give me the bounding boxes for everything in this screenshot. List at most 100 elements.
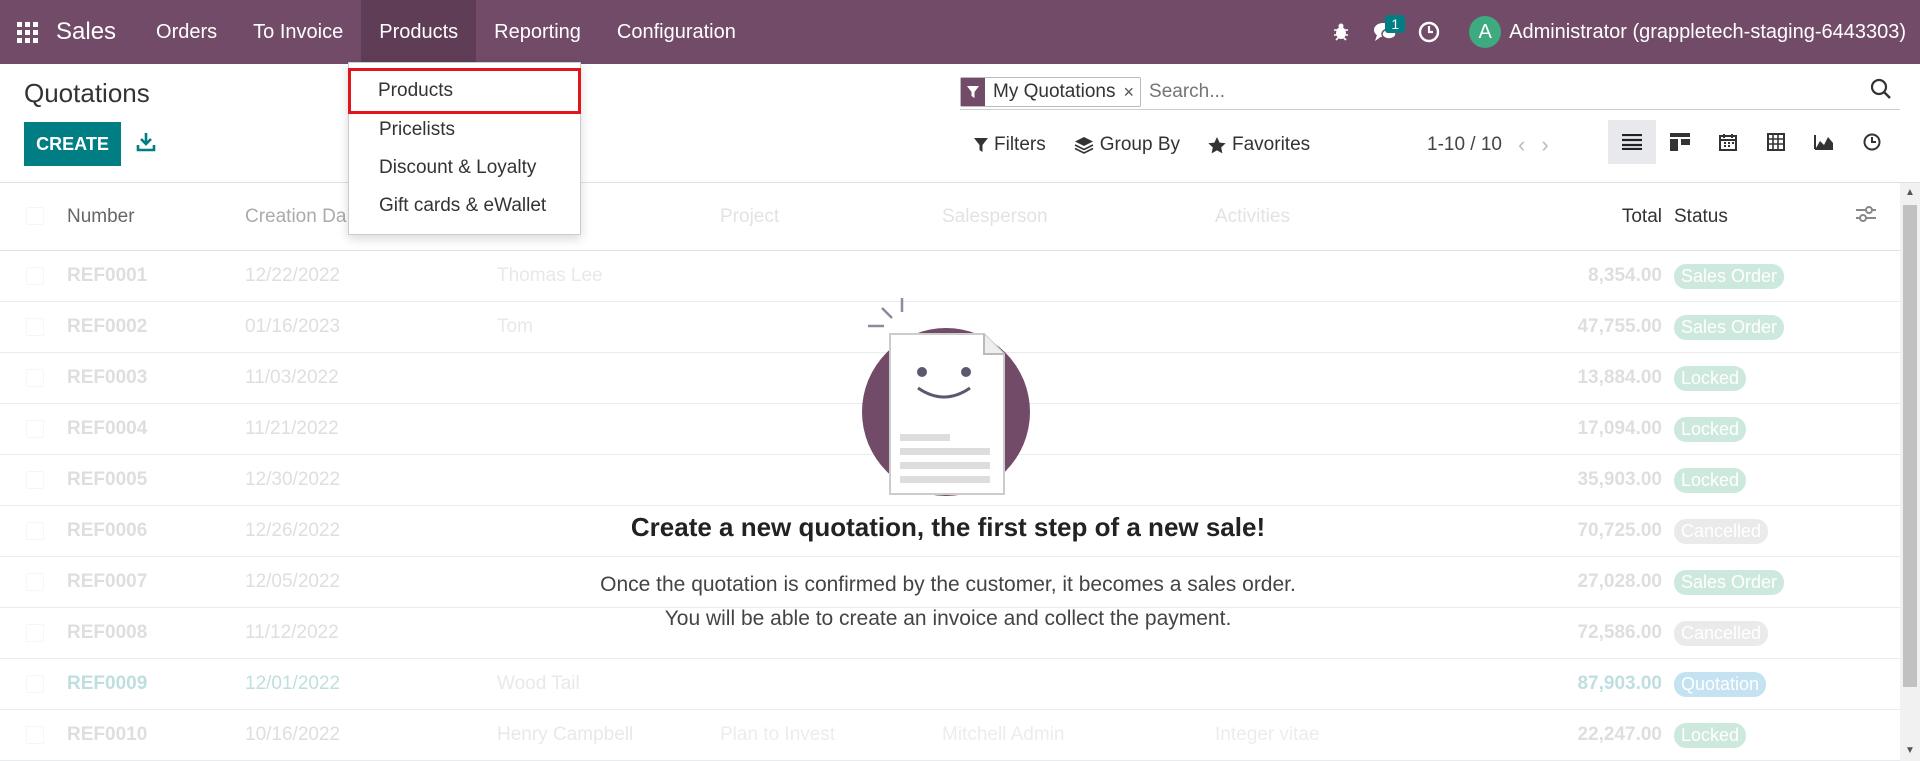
row-total: 35,903.00 — [1577, 469, 1662, 490]
status-badge: Locked — [1674, 722, 1747, 748]
row-date: 01/16/2023 — [245, 316, 341, 337]
pager-prev-icon[interactable]: ‹ — [1518, 132, 1525, 158]
favorites-button[interactable]: Favorites — [1208, 134, 1310, 156]
scroll-thumb[interactable] — [1903, 205, 1917, 687]
filter-bar: Filters Group By Favorites — [974, 134, 1338, 156]
filters-button[interactable]: Filters — [974, 134, 1046, 156]
status-badge: Locked — [1674, 467, 1747, 493]
table-row[interactable]: REF0009 12/01/2022 Wood Tail 87,903.00 Q… — [0, 659, 1900, 710]
calendar-view-icon[interactable] — [1704, 120, 1752, 164]
row-number: REF0010 — [67, 724, 148, 745]
menu-reporting[interactable]: Reporting — [476, 0, 599, 64]
header-number[interactable]: Number — [67, 206, 135, 228]
messages-icon[interactable]: 1 — [1363, 0, 1407, 64]
column-settings-icon[interactable] — [1856, 205, 1876, 228]
user-avatar[interactable]: A — [1469, 16, 1502, 48]
row-date: 11/21/2022 — [245, 418, 339, 439]
vertical-scrollbar[interactable]: ▲ ▼ — [1900, 183, 1920, 761]
dropdown-item-pricelists[interactable]: Pricelists — [349, 111, 580, 149]
group-by-button[interactable]: Group By — [1074, 134, 1180, 156]
top-navbar: Sales Orders To Invoice Products Reporti… — [0, 0, 1920, 64]
graph-view-icon[interactable] — [1800, 120, 1848, 164]
facet-remove-icon[interactable]: × — [1124, 78, 1141, 106]
view-switcher — [1608, 120, 1896, 164]
download-icon[interactable] — [134, 130, 158, 154]
empty-state-body: Once the quotation is confirmed by the c… — [0, 568, 1896, 636]
search-icon[interactable] — [1870, 78, 1894, 102]
row-customer: Henry Campbell — [497, 724, 634, 745]
row-activity: Integer vitae — [1215, 724, 1320, 745]
search-bar: My Quotations × — [960, 74, 1900, 110]
row-checkbox[interactable] — [26, 267, 44, 285]
menu-to-invoice[interactable]: To Invoice — [235, 0, 361, 64]
row-checkbox[interactable] — [26, 675, 44, 693]
header-creation-date[interactable]: Creation Da — [245, 206, 346, 228]
filter-facet-icon — [961, 77, 985, 106]
select-all-checkbox[interactable] — [26, 207, 44, 225]
menu-orders[interactable]: Orders — [138, 0, 235, 64]
table-row[interactable]: REF0010 10/16/2022 Henry Campbell Plan t… — [0, 710, 1900, 761]
row-number: REF0001 — [67, 265, 148, 286]
pivot-view-icon[interactable] — [1752, 120, 1800, 164]
filters-label: Filters — [994, 134, 1046, 155]
dropdown-item-gift-cards[interactable]: Gift cards & eWallet — [349, 187, 580, 225]
debug-bug-icon[interactable] — [1319, 0, 1363, 64]
pager-value[interactable]: 1-10 / 10 — [1427, 134, 1502, 156]
activity-view-icon[interactable] — [1848, 120, 1896, 164]
group-by-label: Group By — [1099, 134, 1180, 155]
products-dropdown: Products Pricelists Discount & Loyalty G… — [348, 62, 581, 235]
status-badge: Locked — [1674, 365, 1747, 391]
row-checkbox[interactable] — [26, 471, 44, 489]
row-number: REF0002 — [67, 316, 148, 337]
search-facet[interactable]: My Quotations × — [960, 76, 1142, 107]
scroll-down-icon[interactable]: ▼ — [1905, 745, 1915, 756]
status-badge: Sales Order — [1674, 314, 1785, 340]
menu-configuration[interactable]: Configuration — [599, 0, 754, 64]
row-date: 11/03/2022 — [245, 367, 339, 388]
scroll-up-icon[interactable]: ▲ — [1905, 187, 1915, 198]
activity-clock-icon[interactable] — [1407, 0, 1451, 64]
user-name[interactable]: Administrator (grappletech-staging-64433… — [1509, 21, 1920, 44]
row-checkbox[interactable] — [26, 318, 44, 336]
row-date: 10/16/2022 — [245, 724, 341, 745]
row-total: 47,755.00 — [1577, 316, 1662, 337]
status-badge: Locked — [1674, 416, 1747, 442]
header-salesperson[interactable]: Salesperson — [942, 206, 1048, 228]
row-number: REF0004 — [67, 418, 148, 439]
kanban-view-icon[interactable] — [1656, 120, 1704, 164]
row-project: Plan to Invest — [720, 724, 836, 745]
app-name[interactable]: Sales — [54, 18, 138, 46]
empty-state-line-1: Once the quotation is confirmed by the c… — [600, 573, 1296, 596]
header-status[interactable]: Status — [1674, 206, 1728, 228]
page-title: Quotations — [24, 78, 150, 108]
row-number: REF0009 — [67, 673, 148, 694]
empty-state-title: Create a new quotation, the first step o… — [630, 512, 1266, 542]
row-checkbox[interactable] — [26, 369, 44, 387]
row-checkbox[interactable] — [26, 420, 44, 438]
row-date: 12/22/2022 — [245, 265, 341, 286]
dropdown-item-products[interactable]: Products — [348, 68, 581, 114]
facet-label: My Quotations — [993, 80, 1116, 102]
dropdown-item-discount-loyalty[interactable]: Discount & Loyalty — [349, 149, 580, 187]
row-date: 12/30/2022 — [245, 469, 341, 490]
empty-quotation-illustration — [856, 294, 1036, 504]
header-activities[interactable]: Activities — [1215, 206, 1290, 228]
star-icon — [1208, 136, 1226, 153]
header-project[interactable]: Project — [720, 206, 779, 228]
list-view-icon[interactable] — [1608, 120, 1656, 164]
row-total: 8,354.00 — [1588, 265, 1662, 286]
row-number: REF0003 — [67, 367, 148, 388]
apps-menu-icon[interactable] — [0, 0, 54, 64]
create-button[interactable]: CREATE — [24, 122, 121, 166]
pager-next-icon[interactable]: › — [1541, 132, 1548, 158]
status-badge: Sales Order — [1674, 263, 1785, 289]
search-input[interactable] — [1149, 80, 1850, 103]
layers-icon — [1074, 137, 1094, 154]
row-total: 87,903.00 — [1577, 673, 1662, 694]
header-total[interactable]: Total — [1622, 206, 1662, 228]
menu-products[interactable]: Products — [361, 0, 477, 64]
row-checkbox[interactable] — [26, 726, 44, 744]
empty-state-line-2: You will be able to create an invoice an… — [664, 607, 1232, 630]
status-badge: Quotation — [1674, 671, 1767, 697]
row-salesperson: Mitchell Admin — [942, 724, 1065, 745]
